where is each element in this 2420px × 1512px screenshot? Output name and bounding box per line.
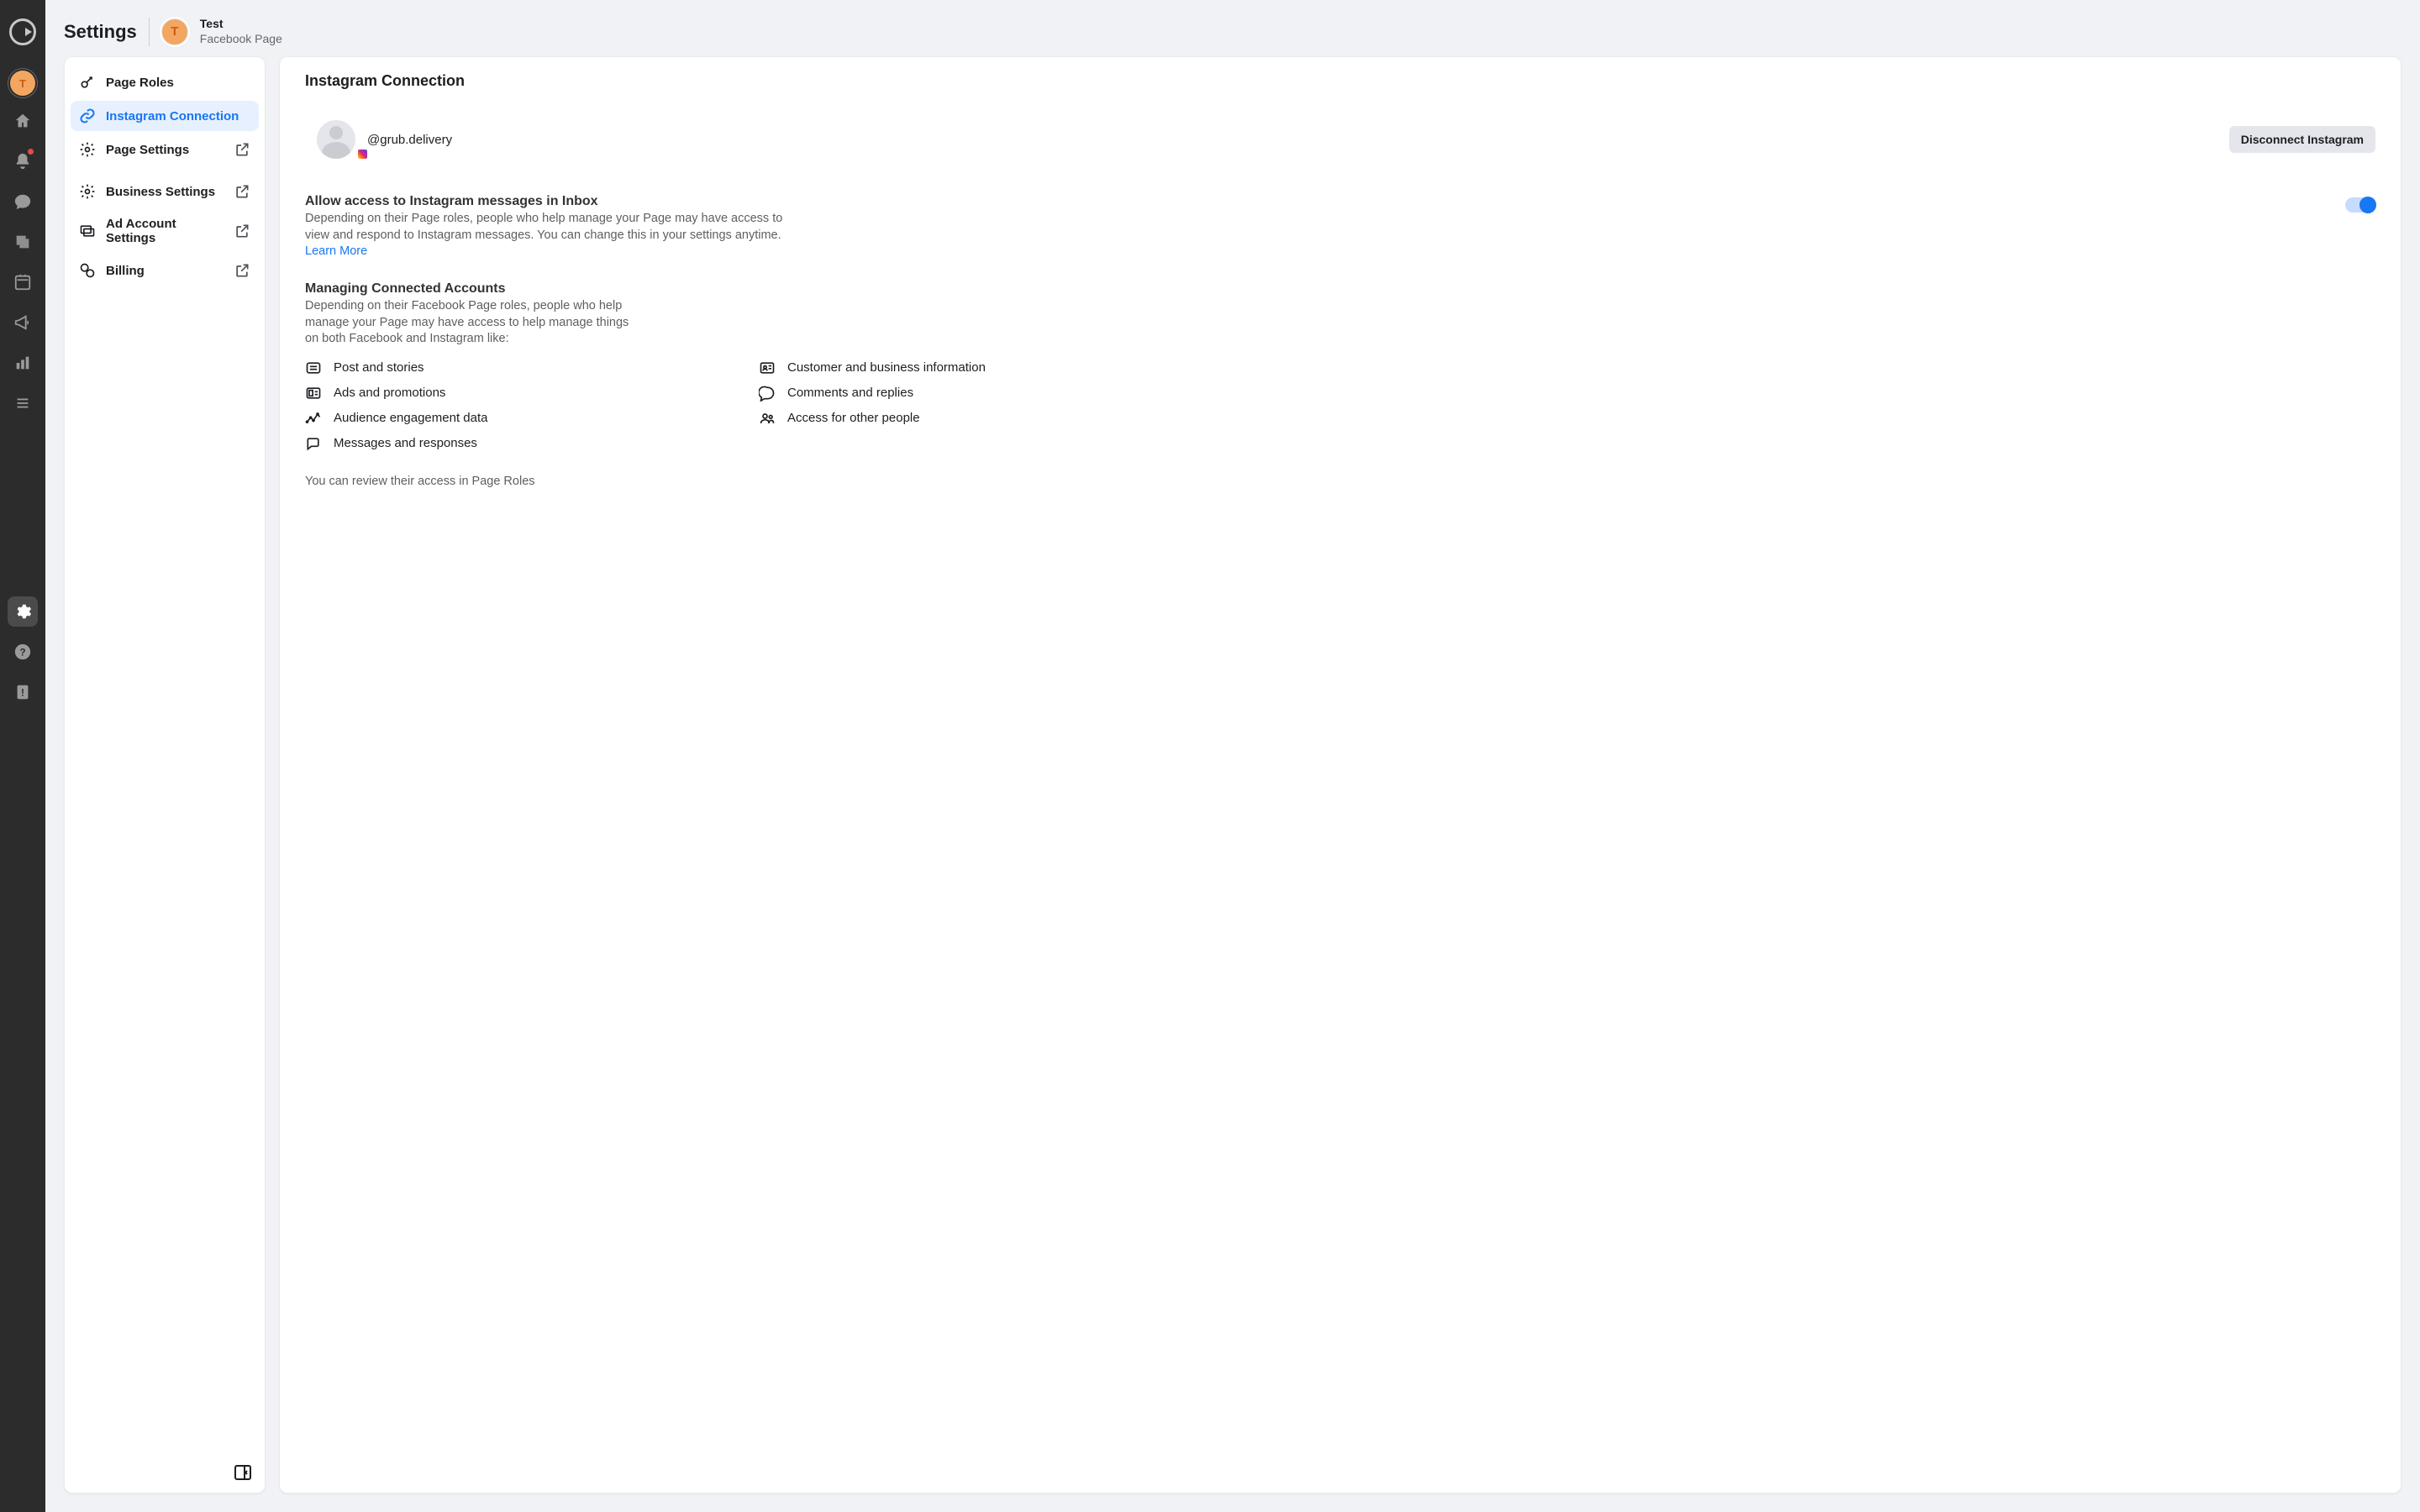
feature-access-people: Access for other people [759, 410, 2375, 427]
chat-icon[interactable] [8, 186, 38, 217]
instagram-handle: @grub.delivery [367, 133, 452, 147]
posts-icon[interactable] [8, 227, 38, 257]
learn-more-link[interactable]: Learn More [305, 244, 367, 258]
feature-label: Post and stories [334, 360, 424, 375]
billing-icon [79, 262, 96, 279]
allow-access-toggle[interactable] [2345, 197, 2375, 213]
sidebar-item-instagram-connection[interactable]: Instagram Connection [71, 101, 259, 131]
managing-title: Managing Connected Accounts [305, 281, 2375, 297]
allow-access-section: Allow access to Instagram messages in In… [305, 194, 2375, 258]
analytics-icon [305, 410, 322, 427]
id-card-icon [759, 360, 776, 376]
people-icon [759, 410, 776, 427]
sidebar-item-business-settings[interactable]: Business Settings [71, 176, 259, 207]
key-icon [79, 74, 96, 91]
svg-text:!: ! [21, 687, 24, 699]
sidebar-item-label: Instagram Connection [106, 109, 239, 123]
managing-footer: You can review their access in Page Role… [305, 474, 792, 491]
feature-label: Ads and promotions [334, 386, 445, 400]
home-icon[interactable] [8, 106, 38, 136]
sidebar-item-page-roles[interactable]: Page Roles [71, 67, 259, 97]
rail-user-avatar[interactable]: T [10, 71, 35, 96]
ads-icon [305, 385, 322, 402]
calendar-icon[interactable] [8, 267, 38, 297]
external-link-icon [234, 262, 250, 279]
notifications-icon[interactable] [8, 146, 38, 176]
settings-icon[interactable] [8, 596, 38, 627]
external-link-icon [234, 223, 250, 239]
page-type: Facebook Page [200, 32, 282, 47]
header-separator [149, 18, 150, 46]
sidebar-item-label: Billing [106, 264, 145, 278]
menu-icon[interactable] [8, 388, 38, 418]
managing-section: Managing Connected Accounts Depending on… [305, 281, 2375, 490]
feature-customer-info: Customer and business information [759, 360, 2375, 376]
settings-sidebar: Page Roles Instagram Connection Page Set… [64, 56, 266, 1494]
insights-icon[interactable] [8, 348, 38, 378]
external-link-icon [234, 141, 250, 158]
messages-icon [305, 435, 322, 452]
gear-icon [79, 183, 96, 200]
sidebar-item-label: Page Settings [106, 143, 189, 157]
page-avatar[interactable]: T [161, 18, 188, 45]
post-icon [305, 360, 322, 376]
feature-ads: Ads and promotions [305, 385, 725, 402]
external-link-icon [234, 183, 250, 200]
feature-messages: Messages and responses [305, 435, 725, 452]
disconnect-instagram-button[interactable]: Disconnect Instagram [2229, 126, 2375, 153]
feature-label: Customer and business information [787, 360, 986, 375]
ad-settings-icon [79, 223, 96, 239]
app-logo-icon[interactable] [8, 17, 38, 47]
feature-audience: Audience engagement data [305, 410, 725, 427]
instagram-badge-icon [356, 148, 369, 160]
feature-post-stories: Post and stories [305, 360, 725, 376]
sidebar-item-label: Page Roles [106, 76, 174, 90]
connected-account-row: @grub.delivery Disconnect Instagram [305, 115, 2375, 184]
megaphone-icon[interactable] [8, 307, 38, 338]
allow-access-desc: Depending on their Page roles, people wh… [305, 211, 792, 244]
page-name: Test [200, 17, 282, 32]
help-icon[interactable]: ? [8, 637, 38, 667]
feature-label: Audience engagement data [334, 411, 487, 425]
feature-label: Access for other people [787, 411, 920, 425]
page-title: Settings [64, 21, 137, 43]
sidebar-item-billing[interactable]: Billing [71, 255, 259, 286]
svg-text:?: ? [19, 647, 25, 659]
page-header: Settings T Test Facebook Page [45, 0, 2420, 56]
report-icon[interactable]: ! [8, 677, 38, 707]
gear-icon [79, 141, 96, 158]
sidebar-item-label: Ad Account Settings [106, 217, 224, 245]
content-panel: Instagram Connection @grub.delivery Disc… [279, 56, 2402, 1494]
sidebar-item-page-settings[interactable]: Page Settings [71, 134, 259, 165]
feature-label: Messages and responses [334, 436, 477, 450]
sidebar-item-label: Business Settings [106, 185, 215, 199]
content-heading: Instagram Connection [305, 72, 2375, 90]
feature-label: Comments and replies [787, 386, 913, 400]
allow-access-title: Allow access to Instagram messages in In… [305, 194, 792, 209]
sidebar-item-ad-account-settings[interactable]: Ad Account Settings [71, 210, 259, 252]
link-icon [79, 108, 96, 124]
managing-desc: Depending on their Facebook Page roles, … [305, 298, 641, 348]
instagram-avatar [317, 120, 355, 159]
comment-icon [759, 385, 776, 402]
app-rail: T ? ! [0, 0, 45, 1512]
collapse-sidebar-button[interactable] [233, 1462, 253, 1483]
feature-comments: Comments and replies [759, 385, 2375, 402]
